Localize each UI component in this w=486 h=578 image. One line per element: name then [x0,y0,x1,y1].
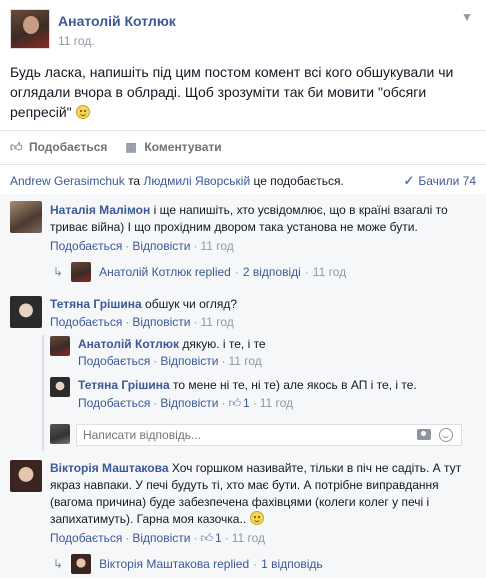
reply-author[interactable]: Анатолій Котлюк [78,337,179,351]
avatar[interactable] [10,460,42,492]
like-button-label: Подобається [29,140,108,154]
post-timestamp[interactable]: 11 год. [58,34,95,48]
reply-meta: Подобається · Відповісти · 11 год [78,354,262,368]
camera-icon[interactable] [417,429,431,440]
replies-summary[interactable]: ↳ Вікторія Маштакова replied · 1 відпові… [53,554,323,574]
reply-reply-link[interactable]: Відповісти [160,396,218,410]
avatar[interactable] [10,201,42,233]
reply-arrow-icon: ↳ [53,265,64,279]
likes-suffix: це подобається. [253,174,344,188]
reply-arrow-icon: ↳ [53,557,64,571]
replied-label: replied [213,557,250,571]
post-actions-bar: 👍︎ Подобається ▩ Коментувати [10,138,240,156]
reply-meta: Подобається · Відповісти · 👍︎ 1 · 11 год [78,396,294,410]
comment-like-link[interactable]: Подобається [50,239,122,253]
comment-author[interactable]: Наталія Малімон [50,203,150,217]
comment-author[interactable]: Вікторія Маштакова [50,461,169,475]
comment: Тетяна Грішина обшук чи огляд? [50,296,475,313]
replies-author[interactable]: Анатолій Котлюк [99,265,191,279]
liker-link[interactable]: Людмилі Яворській [143,174,250,188]
comment-like-count[interactable]: 1 [215,531,222,545]
comment-button-label: Коментувати [144,140,222,154]
comment-meta: Подобається · Відповісти · 11 год [50,315,234,329]
reply-text: дякую. і те, і те [182,337,266,351]
replied-label: replied [194,265,231,279]
reply-thread-line [42,335,44,451]
comment: Вікторія Маштакова Хоч горшком називайте… [50,460,470,528]
comment-reply-link[interactable]: Відповісти [132,239,190,253]
reply: Тетяна Грішина то мене ні те, ні те) але… [78,377,468,394]
comment-reply-link[interactable]: Відповісти [132,531,190,545]
replies-count[interactable]: 2 відповіді [243,265,301,279]
comment-time[interactable]: 11 год [200,315,233,329]
avatar[interactable] [10,296,42,328]
like-button[interactable]: 👍︎ Подобається [10,140,107,154]
thumbs-up-icon: 👍︎ [228,396,241,410]
replies-count[interactable]: 1 відповідь [261,557,323,571]
checkmark-icon: ✓ [403,173,415,188]
speech-bubble-icon: ▩ [125,140,137,154]
reply: Анатолій Котлюк дякую. і те, і те [78,336,468,353]
comment-like-link[interactable]: Подобається [50,315,122,329]
thumbs-up-icon: 👍︎ [200,531,213,545]
post-text: Будь ласка, напишіть під цим постом коме… [10,62,475,122]
comment-meta: Подобається · Відповісти · 11 год [50,239,234,253]
replies-time[interactable]: 11 год [313,265,346,279]
reply-time[interactable]: 11 год [260,396,293,410]
post-author-name[interactable]: Анатолій Котлюк [58,13,176,29]
divider [0,164,486,165]
chevron-down-icon[interactable]: ▼ [460,10,474,24]
replies-summary[interactable]: ↳ Анатолій Котлюк replied · 2 відповіді … [53,262,346,282]
comment-author[interactable]: Тетяна Грішина [50,297,142,311]
avatar [71,554,92,574]
liker-link[interactable]: Andrew Gerasimchuk [10,174,125,188]
comment: Наталія Малімон і ще напишіть, хто усвід… [50,202,475,236]
comment-time[interactable]: 11 год [232,531,265,545]
divider [0,130,486,131]
smiley-icon[interactable] [439,428,453,442]
reply-input-box[interactable] [76,424,462,446]
reply-input[interactable] [77,425,377,445]
comment-text: обшук чи огляд? [145,297,238,311]
thumbs-up-icon: 👍︎ [10,140,23,154]
seen-label: Бачили 74 [418,174,476,188]
reply-like-link[interactable]: Подобається [78,396,150,410]
smiley-emoji-icon [249,511,264,525]
seen-count[interactable]: ✓ Бачили 74 [403,173,476,189]
comment-reply-link[interactable]: Відповісти [132,315,190,329]
comment-time[interactable]: 11 год [200,239,233,253]
comment-like-link[interactable]: Подобається [50,531,122,545]
post-author-avatar[interactable] [10,9,50,49]
comment-button[interactable]: ▩ Коментувати [125,140,221,154]
current-user-avatar [50,424,70,444]
avatar[interactable] [50,336,70,356]
reply-text: то мене ні те, ні те) але якось в АП і т… [173,378,417,392]
likes-summary: Andrew Gerasimchuk та Людмилі Яворській … [10,174,344,188]
reply-like-link[interactable]: Подобається [78,354,150,368]
reply-author[interactable]: Тетяна Грішина [78,378,170,392]
avatar[interactable] [50,377,70,397]
reply-like-count[interactable]: 1 [243,396,250,410]
avatar [71,262,92,282]
comment-meta: Подобається · Відповісти · 👍︎ 1 · 11 год [50,531,266,545]
reply-time[interactable]: 11 год [228,354,261,368]
likes-and: та [128,174,141,188]
reply-reply-link[interactable]: Відповісти [160,354,218,368]
smiley-emoji-icon [75,105,90,119]
replies-author[interactable]: Вікторія Маштакова [99,557,210,571]
